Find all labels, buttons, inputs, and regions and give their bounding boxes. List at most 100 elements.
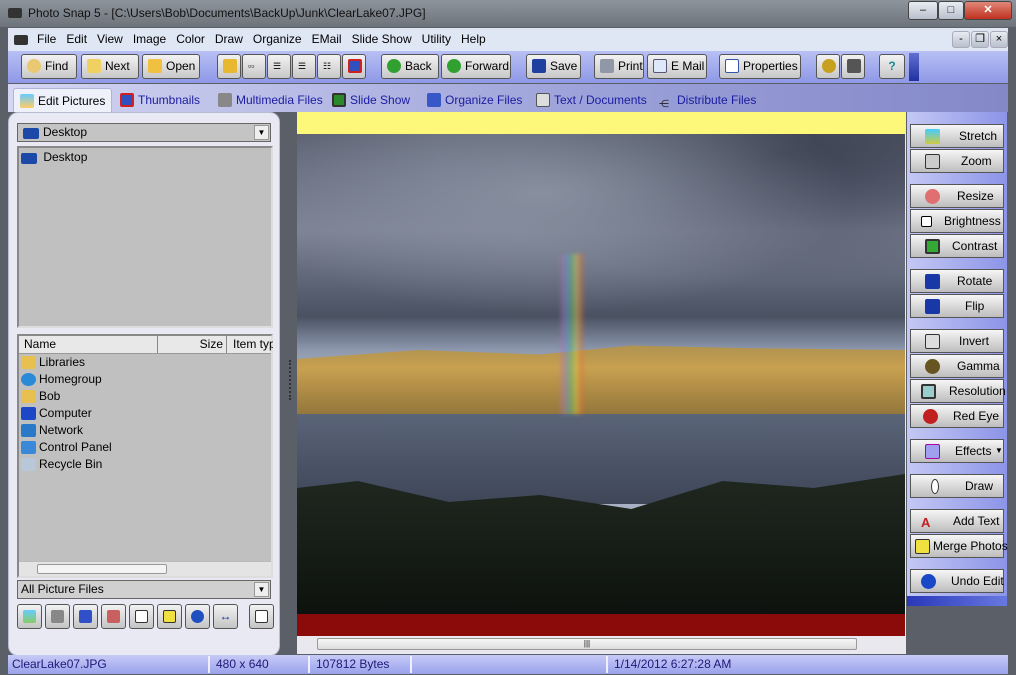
- up-folder-icon: [223, 59, 237, 73]
- draw-button[interactable]: Draw: [910, 474, 1004, 498]
- maximize-button[interactable]: □: [938, 1, 964, 20]
- effects-button[interactable]: Effects ▼: [910, 439, 1004, 463]
- monitor-icon: [921, 384, 936, 399]
- bottom-border-strip: [297, 614, 905, 636]
- tab-edit-pictures[interactable]: Edit Pictures: [13, 88, 113, 112]
- filmstrip-button[interactable]: [342, 54, 366, 79]
- contrast-button[interactable]: Contrast: [910, 234, 1004, 258]
- help-button[interactable]: ?: [879, 54, 905, 79]
- copy-button[interactable]: [157, 604, 182, 629]
- chevron-down-icon[interactable]: ▼: [254, 582, 269, 597]
- file-type-filter-dropdown[interactable]: All Picture Files ▼: [17, 580, 271, 599]
- up-folder-button[interactable]: [217, 54, 241, 79]
- mdi-minimize-button[interactable]: -: [952, 31, 970, 48]
- menu-organize[interactable]: Organize: [248, 28, 307, 51]
- title-bar: Photo Snap 5 - [C:\Users\Bob\Documents\B…: [0, 0, 1016, 27]
- libraries-icon: [21, 356, 36, 369]
- large-icons-view-button[interactable]: ▫▫: [242, 54, 266, 79]
- menu-slide-show[interactable]: Slide Show: [347, 28, 417, 51]
- tab-text-documents[interactable]: Text / Documents: [530, 88, 653, 112]
- tree-item-desktop[interactable]: Desktop: [19, 149, 271, 166]
- mdi-restore-button[interactable]: ❐: [971, 31, 989, 48]
- small-icons-view-button[interactable]: ☰: [292, 54, 316, 79]
- minimize-button[interactable]: –: [908, 1, 938, 20]
- stretch-button[interactable]: Stretch: [910, 124, 1004, 148]
- column-item-type[interactable]: Item typ: [229, 336, 273, 353]
- menu-utility[interactable]: Utility: [417, 28, 456, 51]
- rotate-button[interactable]: Rotate: [910, 269, 1004, 293]
- tab-distribute-files[interactable]: ⋲ Distribute Files: [653, 88, 762, 112]
- file-list-horizontal-scrollbar[interactable]: [19, 561, 271, 576]
- print-button[interactable]: Print: [594, 54, 644, 79]
- splitter-handle[interactable]: [289, 360, 292, 400]
- desktop-icon: [21, 153, 37, 164]
- edit-picture-button[interactable]: [17, 604, 42, 629]
- audio-button[interactable]: [101, 604, 126, 629]
- zoom-button[interactable]: Zoom: [910, 149, 1004, 173]
- menu-image[interactable]: Image: [128, 28, 171, 51]
- chevron-down-icon: ▼: [995, 446, 1003, 455]
- list-item-recycle-bin[interactable]: Recycle Bin: [19, 456, 271, 473]
- list-item-bob[interactable]: Bob: [19, 388, 271, 405]
- menu-draw[interactable]: Draw: [210, 28, 248, 51]
- toolbar-overflow-chevron[interactable]: [909, 53, 919, 81]
- column-name[interactable]: Name: [19, 336, 158, 353]
- document-button[interactable]: [129, 604, 154, 629]
- details-view-button[interactable]: ☷: [317, 54, 341, 79]
- brightness-button[interactable]: Brightness: [910, 209, 1004, 233]
- color-palette-button[interactable]: [816, 54, 840, 79]
- organize-button[interactable]: [73, 604, 98, 629]
- menu-email[interactable]: EMail: [307, 28, 347, 51]
- image-horizontal-scrollbar[interactable]: |||: [297, 636, 905, 653]
- menu-edit[interactable]: Edit: [61, 28, 92, 51]
- tab-multimedia-files[interactable]: Multimedia Files: [212, 88, 329, 112]
- properties-button[interactable]: Properties: [719, 54, 801, 79]
- flip-button[interactable]: Flip: [910, 294, 1004, 318]
- merge-photos-button[interactable]: Merge Photos: [910, 534, 1008, 558]
- list-item-control-panel[interactable]: Control Panel: [19, 439, 271, 456]
- back-button[interactable]: Back: [381, 54, 439, 79]
- web-button[interactable]: [185, 604, 210, 629]
- red-eye-button[interactable]: Red Eye: [910, 404, 1004, 428]
- list-item-homegroup[interactable]: Homegroup: [19, 371, 271, 388]
- menu-view[interactable]: View: [92, 28, 128, 51]
- save-button[interactable]: Save: [526, 54, 581, 79]
- tools-button[interactable]: [841, 54, 865, 79]
- chevron-down-icon[interactable]: ▼: [254, 125, 269, 140]
- gamma-button[interactable]: Gamma: [910, 354, 1004, 378]
- scrollbar-thumb[interactable]: |||: [317, 638, 857, 650]
- close-button[interactable]: ✕: [964, 1, 1012, 20]
- resize-button[interactable]: Resize: [910, 184, 1004, 208]
- printer-icon: [600, 59, 614, 73]
- menu-help[interactable]: Help: [456, 28, 491, 51]
- menu-file[interactable]: File: [32, 28, 61, 51]
- tab-organize-files[interactable]: Organize Files: [421, 88, 528, 112]
- mdi-close-button[interactable]: ×: [990, 31, 1008, 48]
- edit-tools-panel: Stretch Zoom Resize Brightness Contrast …: [907, 112, 1008, 606]
- open-button[interactable]: Open: [142, 54, 200, 79]
- forward-button[interactable]: Forward: [441, 54, 511, 79]
- location-dropdown[interactable]: Desktop ▼: [17, 123, 271, 142]
- multimedia-button[interactable]: [45, 604, 70, 629]
- list-item-network[interactable]: Network: [19, 422, 271, 439]
- invert-button[interactable]: Invert: [910, 329, 1004, 353]
- swap-button[interactable]: ↔: [213, 604, 238, 629]
- monitor-icon: [925, 239, 940, 254]
- list-item-libraries[interactable]: Libraries: [19, 354, 271, 371]
- next-button[interactable]: Next: [81, 54, 139, 79]
- resolution-button[interactable]: Resolution: [910, 379, 1006, 403]
- list-item-computer[interactable]: Computer: [19, 405, 271, 422]
- list-view-button[interactable]: ☰: [267, 54, 291, 79]
- resize-magnifier-icon: [925, 189, 940, 204]
- new-document-button[interactable]: [249, 604, 274, 629]
- add-text-button[interactable]: A Add Text: [910, 509, 1004, 533]
- scrollbar-thumb[interactable]: [37, 564, 167, 574]
- undo-edit-button[interactable]: Undo Edit: [910, 569, 1004, 593]
- tab-slide-show[interactable]: Slide Show: [326, 88, 416, 112]
- menu-color[interactable]: Color: [171, 28, 210, 51]
- tab-thumbnails[interactable]: Thumbnails: [114, 88, 206, 112]
- email-button[interactable]: E Mail: [647, 54, 707, 79]
- column-size[interactable]: Size: [159, 336, 227, 353]
- brush-icon: [931, 479, 939, 494]
- find-button[interactable]: Find: [21, 54, 77, 79]
